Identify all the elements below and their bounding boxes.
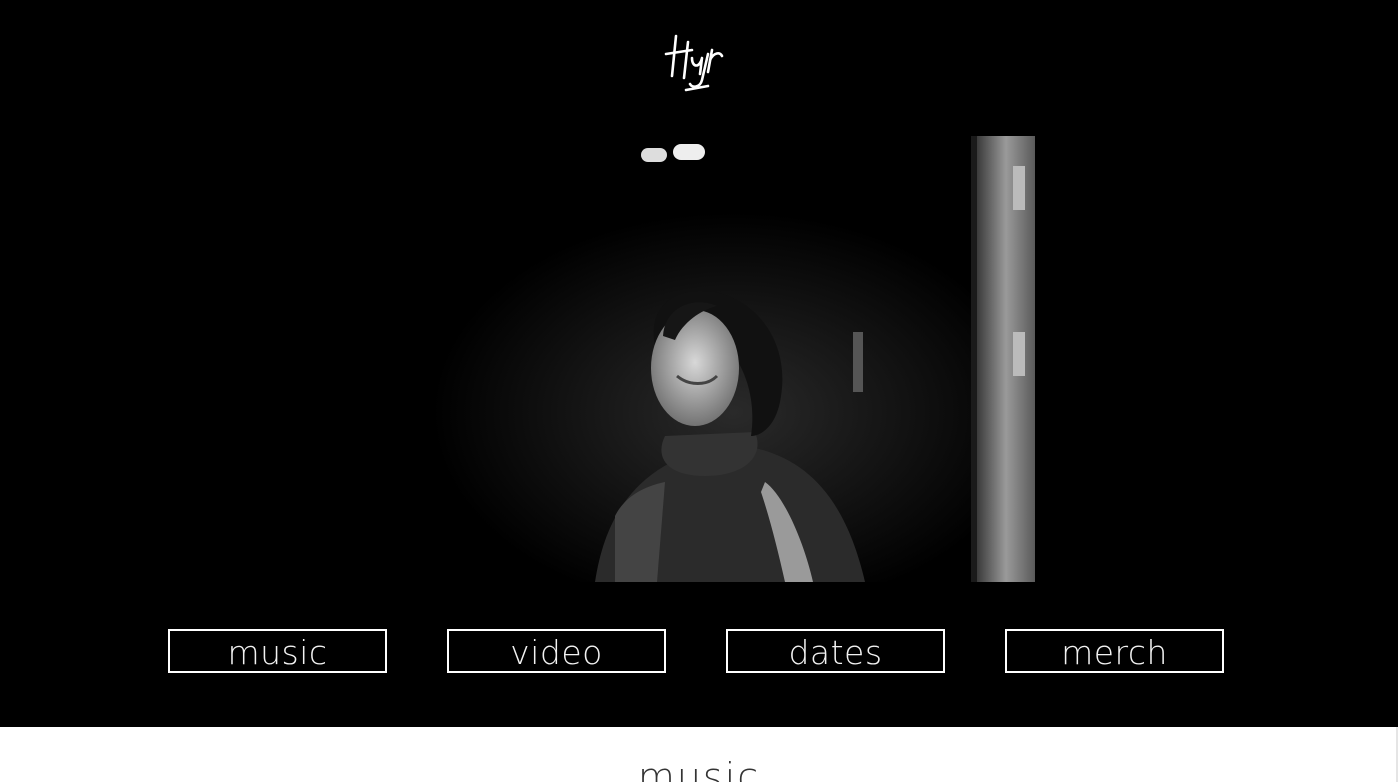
- nav-dates-button[interactable]: dates: [726, 629, 945, 673]
- signature-logo-icon[interactable]: [662, 28, 734, 98]
- nav-merch-button[interactable]: merch: [1005, 629, 1224, 673]
- section-heading: music: [637, 755, 761, 782]
- nav-video-button[interactable]: video: [447, 629, 666, 673]
- music-section: music: [0, 727, 1398, 782]
- nav-music-button[interactable]: music: [168, 629, 387, 673]
- hero-photo: [365, 136, 1035, 582]
- hero-section: music video dates merch: [0, 0, 1398, 727]
